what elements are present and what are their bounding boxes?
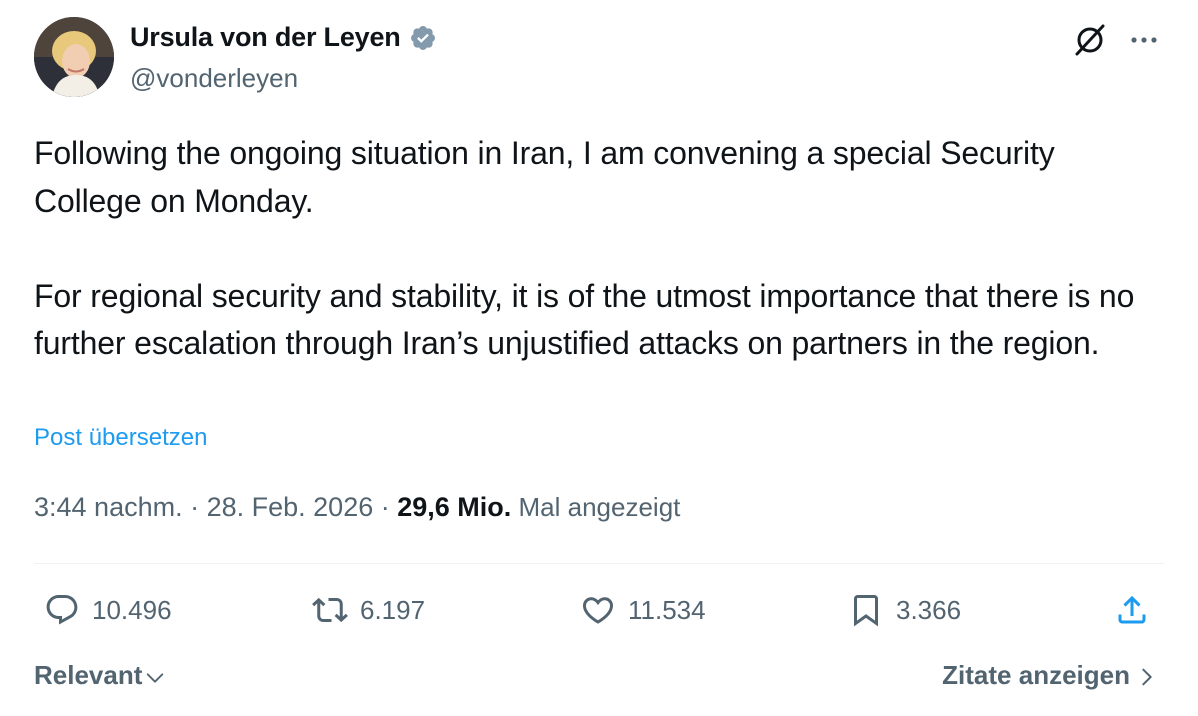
quotes-label: Zitate anzeigen: [942, 660, 1130, 690]
avatar-image: [34, 17, 114, 97]
avatar[interactable]: [34, 17, 114, 97]
bookmark-button[interactable]: 3.366: [848, 592, 961, 628]
more-options-icon[interactable]: [1126, 22, 1162, 58]
author-handle[interactable]: @vonderleyen: [130, 63, 298, 94]
repost-icon: [312, 597, 348, 623]
tweet-date[interactable]: 28. Feb. 2026: [207, 492, 374, 522]
tweet-text: Following the ongoing situation in Iran,…: [34, 135, 1135, 361]
view-quotes-link[interactable]: Zitate anzeigen: [942, 660, 1158, 691]
repost-count: 6.197: [360, 594, 426, 625]
author-name-row: Ursula von der Leyen: [130, 22, 437, 53]
chevron-right-icon: [1142, 668, 1152, 685]
tweet-time[interactable]: 3:44 nachm.: [34, 492, 183, 522]
reply-count: 10.496: [92, 594, 172, 625]
bookmark-count: 3.366: [896, 594, 962, 625]
reply-sort-dropdown[interactable]: Relevant: [34, 660, 166, 691]
view-count[interactable]: 29,6 Mio.: [397, 492, 511, 522]
like-button[interactable]: 11.534: [580, 592, 706, 628]
meta-separator: ·: [373, 492, 398, 522]
reply-button[interactable]: 10.496: [44, 592, 172, 628]
grok-icon[interactable]: [1070, 20, 1110, 60]
share-button[interactable]: [1114, 592, 1150, 628]
tweet-meta: 3:44 nachm. · 28. Feb. 2026 · 29,6 Mio. …: [34, 492, 680, 523]
top-icons: [1070, 20, 1162, 60]
view-count-label: Mal angezeigt: [511, 492, 681, 522]
sort-label: Relevant: [34, 660, 143, 690]
verified-badge-icon[interactable]: [409, 24, 437, 52]
chevron-down-icon: [147, 672, 164, 683]
like-count: 11.534: [628, 594, 706, 625]
heart-icon: [582, 597, 614, 624]
meta-separator: ·: [182, 492, 207, 522]
reply-icon: [46, 595, 78, 625]
repost-button[interactable]: 6.197: [312, 592, 425, 628]
bookmark-icon: [854, 595, 878, 627]
translate-post-link[interactable]: Post übersetzen: [34, 424, 207, 452]
author-display-name[interactable]: Ursula von der Leyen: [130, 22, 401, 53]
share-icon: [1118, 595, 1146, 624]
divider: [34, 563, 1164, 564]
